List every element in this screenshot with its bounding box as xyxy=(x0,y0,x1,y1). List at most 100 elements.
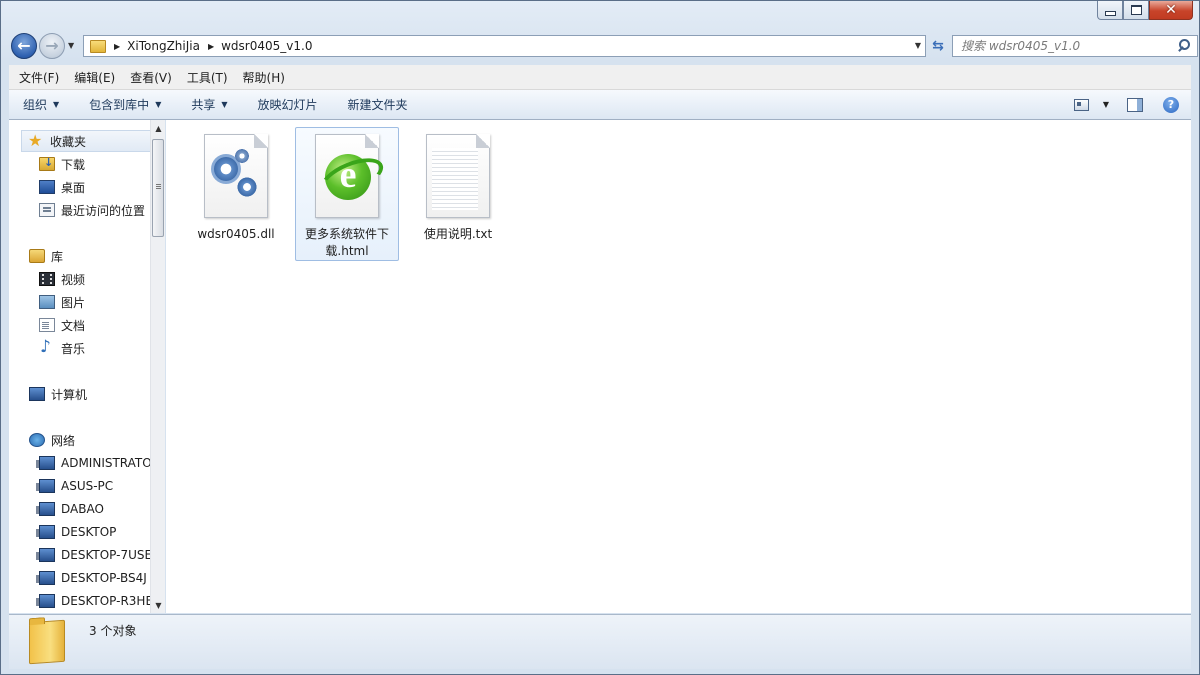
close-icon: ✕ xyxy=(1165,2,1177,18)
nav-documents[interactable]: 文档 xyxy=(39,314,85,336)
arrow-left-icon: ← xyxy=(17,36,31,55)
scroll-up-icon[interactable]: ▲ xyxy=(151,120,166,136)
nav-label: 网络 xyxy=(51,433,76,448)
caption-buttons: ✕ xyxy=(1097,1,1193,23)
minimize-button[interactable] xyxy=(1097,1,1123,20)
nav-scrollbar[interactable]: ▲ ▼ xyxy=(150,120,165,613)
scroll-down-icon[interactable]: ▼ xyxy=(151,597,166,613)
forward-button[interactable]: → xyxy=(39,33,65,59)
chevron-right-icon[interactable]: ▶ xyxy=(208,42,214,51)
file-item[interactable]: wdsr0405.dll xyxy=(184,128,288,262)
nav-label: 音乐 xyxy=(61,341,86,356)
organize-button[interactable]: 组织 ▼ xyxy=(15,96,67,113)
menu-file[interactable]: 文件(F) xyxy=(14,69,64,86)
search-icon[interactable] xyxy=(1175,37,1193,55)
slideshow-button[interactable]: 放映幻灯片 xyxy=(250,96,326,113)
chevron-right-icon[interactable]: ▶ xyxy=(114,42,120,51)
menu-view[interactable]: 查看(V) xyxy=(125,69,177,86)
nav-desktop[interactable]: 桌面 xyxy=(39,176,85,198)
file-item[interactable]: 使用说明.txt xyxy=(406,128,510,262)
nav-pictures[interactable]: 图片 xyxy=(39,291,85,313)
arrow-right-icon: → xyxy=(45,36,59,55)
navigation-pane: 收藏夹 下载 桌面 最近访问的位置 库 视频 图片 文档 xyxy=(9,120,165,613)
nav-host[interactable]: DESKTOP-7USE xyxy=(36,544,153,566)
nav-recent-places[interactable]: 最近访问的位置 xyxy=(39,199,145,221)
nav-music[interactable]: 音乐 xyxy=(39,337,85,359)
address-dropdown-icon[interactable]: ▼ xyxy=(915,41,921,50)
nav-host[interactable]: DABAO xyxy=(36,498,104,520)
minimize-icon xyxy=(1104,10,1116,16)
nav-label: DESKTOP-7USE xyxy=(61,548,153,562)
change-view-icon[interactable] xyxy=(1073,98,1089,111)
help-icon[interactable]: ? xyxy=(1163,96,1179,113)
address-bar[interactable]: ▶ XiTongZhiJia ▶ wdsr0405_v1.0 ▼ xyxy=(83,35,926,57)
nav-favorites[interactable]: 收藏夹 xyxy=(21,130,151,152)
refresh-button[interactable]: ⇆ xyxy=(925,35,951,57)
refresh-icon: ⇆ xyxy=(932,38,944,54)
share-label: 共享 xyxy=(191,98,216,112)
text-lines xyxy=(432,148,478,210)
network-computer-icon xyxy=(36,456,55,470)
breadcrumb-xitongzhijia[interactable]: XiTongZhiJia xyxy=(127,39,200,53)
breadcrumb-current-folder[interactable]: wdsr0405_v1.0 xyxy=(221,39,312,53)
nav-network[interactable]: 网络 xyxy=(29,429,75,451)
computer-icon xyxy=(29,387,45,401)
nav-label: 文档 xyxy=(61,318,86,333)
page-fold xyxy=(476,134,490,148)
file-item-selected[interactable]: e 更多系统软件下载.html xyxy=(295,127,399,261)
nav-host[interactable]: DESKTOP-BS4J xyxy=(36,567,147,589)
file-list[interactable]: wdsr0405.dll e 更多系统软件下载.html 使用说明.txt xyxy=(166,120,1191,613)
music-icon xyxy=(39,337,55,357)
nav-label: 下载 xyxy=(61,157,86,172)
chevron-down-icon: ▼ xyxy=(53,100,60,109)
video-icon xyxy=(39,272,55,286)
file-name: 使用说明.txt xyxy=(423,227,493,241)
nav-label: 图片 xyxy=(61,295,86,310)
network-computer-icon xyxy=(36,571,55,585)
chevron-down-icon: ▼ xyxy=(155,100,162,109)
nav-label: 收藏夹 xyxy=(50,134,87,149)
explorer-window: ✕ ← → ▼ ▶ XiTongZhiJia ▶ wdsr0405_v1.0 ▼… xyxy=(0,0,1200,675)
recent-pages-dropdown[interactable]: ▼ xyxy=(68,41,74,50)
network-computer-icon xyxy=(36,502,55,516)
menu-help[interactable]: 帮助(H) xyxy=(238,69,290,86)
item-count: 3 个对象 xyxy=(89,624,137,638)
command-bar-right: ▼ ? xyxy=(1070,90,1191,119)
recent-places-icon xyxy=(39,203,55,217)
nav-label: 视频 xyxy=(61,272,86,287)
new-folder-button[interactable]: 新建文件夹 xyxy=(340,96,416,113)
maximize-button[interactable] xyxy=(1123,1,1149,20)
nav-host[interactable]: ADMINISTRATOR xyxy=(36,452,160,474)
folder-icon xyxy=(29,619,65,665)
close-button[interactable]: ✕ xyxy=(1149,1,1193,20)
back-button[interactable]: ← xyxy=(11,33,37,59)
menu-tools[interactable]: 工具(T) xyxy=(182,69,233,86)
nav-label: ASUS-PC xyxy=(61,479,114,493)
search-box[interactable] xyxy=(952,35,1198,57)
preview-pane-icon[interactable] xyxy=(1127,97,1143,112)
nav-host[interactable]: DESKTOP-R3HE xyxy=(36,590,153,612)
nav-downloads[interactable]: 下载 xyxy=(39,153,85,175)
nav-videos[interactable]: 视频 xyxy=(39,268,85,290)
menu-edit[interactable]: 编辑(E) xyxy=(69,69,120,86)
page-fold xyxy=(254,134,268,148)
nav-host[interactable]: DESKTOP xyxy=(36,521,116,543)
chevron-down-icon: ▼ xyxy=(221,100,228,109)
page-fold xyxy=(365,134,379,148)
gear-medium xyxy=(236,176,258,198)
nav-computer[interactable]: 计算机 xyxy=(29,383,87,405)
search-input[interactable] xyxy=(959,38,1175,54)
nav-label: 桌面 xyxy=(61,180,86,195)
folder-icon xyxy=(90,39,106,53)
scroll-thumb[interactable] xyxy=(152,139,164,237)
share-button[interactable]: 共享 ▼ xyxy=(183,96,235,113)
network-icon xyxy=(29,433,45,447)
nav-libraries[interactable]: 库 xyxy=(29,245,63,267)
library-icon xyxy=(29,249,45,263)
view-options-dropdown[interactable]: ▼ xyxy=(1103,100,1109,109)
maximize-icon xyxy=(1130,5,1142,15)
include-in-library-button[interactable]: 包含到库中 ▼ xyxy=(81,96,169,113)
menu-bar: 文件(F) 编辑(E) 查看(V) 工具(T) 帮助(H) xyxy=(9,65,1191,90)
nav-host[interactable]: ASUS-PC xyxy=(36,475,114,497)
organize-label: 组织 xyxy=(23,98,48,112)
